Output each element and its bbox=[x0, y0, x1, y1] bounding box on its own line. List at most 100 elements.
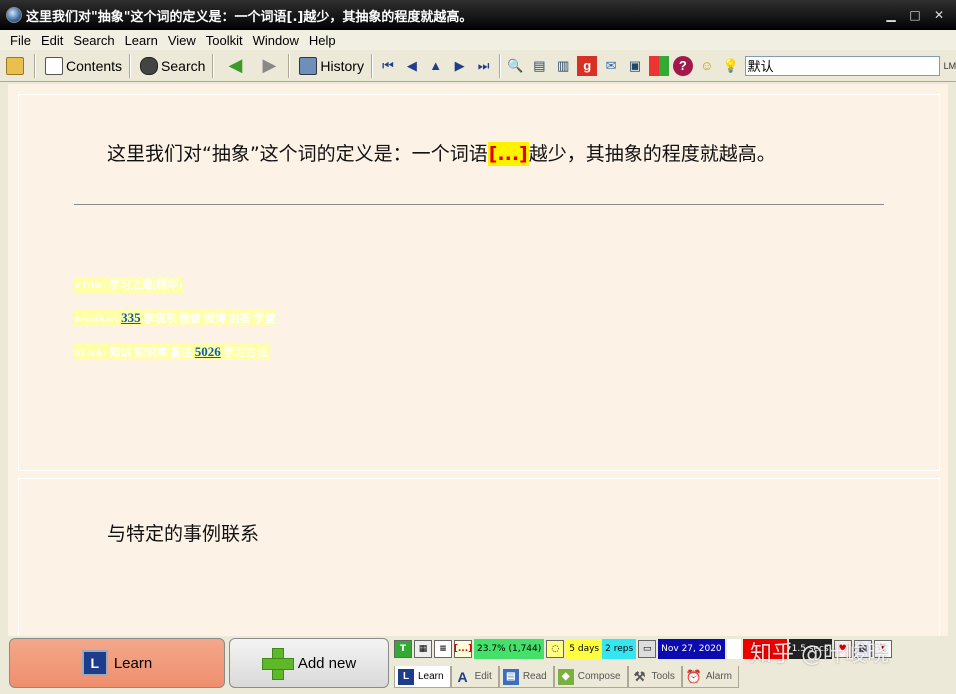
menu-edit[interactable]: Edit bbox=[36, 33, 68, 48]
element-window: 这里我们对“抽象”这个词的定义是：一个词语[...]越少，其抽象的程度就越高。 … bbox=[8, 84, 948, 638]
tab-read-label: Read bbox=[522, 671, 547, 682]
mail-icon[interactable]: ✉ bbox=[601, 56, 621, 76]
minimize-button[interactable]: ▁ bbox=[884, 8, 898, 22]
dictionary-icon[interactable]: ▤ bbox=[529, 56, 549, 76]
clipboard-icon[interactable]: ▦ bbox=[414, 640, 432, 658]
learn-label: Learn bbox=[113, 654, 153, 672]
search-label: Search bbox=[161, 57, 206, 74]
menu-learn[interactable]: Learn bbox=[120, 33, 163, 48]
tab-tools-label: Tools bbox=[651, 671, 675, 682]
toolbar-separator bbox=[34, 53, 36, 78]
progress-percent: 23.7% bbox=[477, 644, 506, 654]
tab-compose-label: Compose bbox=[577, 671, 621, 682]
forward-button[interactable]: ▶ bbox=[253, 53, 285, 79]
interval-days: 5 days bbox=[566, 639, 603, 659]
book-icon[interactable]: ▥ bbox=[553, 56, 573, 76]
topic-icon[interactable]: T bbox=[394, 640, 412, 658]
document-icon[interactable]: ≡ bbox=[434, 640, 452, 658]
tab-learn[interactable]: L Learn bbox=[394, 666, 451, 688]
learn-icon: L bbox=[81, 650, 108, 676]
progress-count: (1,744) bbox=[508, 644, 542, 654]
menu-window[interactable]: Window bbox=[248, 33, 304, 48]
lm-label: LM bbox=[943, 60, 956, 71]
menu-search[interactable]: Search bbox=[68, 33, 119, 48]
person-icon[interactable]: ☺ bbox=[697, 56, 717, 76]
menu-view[interactable]: View bbox=[163, 33, 201, 48]
maximize-button[interactable]: □ bbox=[908, 8, 922, 22]
color-palette-icon[interactable] bbox=[648, 55, 669, 76]
reference-author-link[interactable]: 335 bbox=[121, 310, 141, 325]
reference-link: #Link: 知识 知识库 备注 5026 学习方法 bbox=[74, 344, 269, 360]
window-controls: ▁ □ ✕ bbox=[884, 8, 946, 22]
tab-compose[interactable]: ◆ Compose bbox=[553, 666, 628, 688]
google-icon[interactable]: g bbox=[577, 55, 598, 76]
title-bar: 这里我们对"抽象"这个词的定义是：一个词语[.]越少，其抽象的程度就越高。 ▁ … bbox=[0, 0, 956, 30]
learn-tab-icon: L bbox=[398, 668, 414, 685]
progress-status: 23.7% (1,744) bbox=[474, 639, 545, 659]
camera-icon bbox=[299, 56, 318, 75]
menu-help[interactable]: Help bbox=[304, 33, 341, 48]
menu-file[interactable]: File bbox=[0, 33, 36, 48]
contents-button[interactable]: Contents bbox=[41, 53, 126, 79]
learn-button[interactable]: L Learn bbox=[9, 638, 225, 688]
bottom-bar: L Learn Add new T ▦ ≡ [...] 23.7% (1,744… bbox=[0, 636, 956, 694]
question-before: 这里我们对“抽象”这个词的定义是：一个词语 bbox=[107, 143, 488, 165]
reference-link-suffix: 学习方法 bbox=[220, 347, 268, 359]
menu-toolkit[interactable]: Toolkit bbox=[201, 33, 248, 48]
open-folder-button[interactable] bbox=[2, 53, 31, 79]
alarm-icon: ⏰ bbox=[685, 668, 702, 684]
add-new-button[interactable]: Add new bbox=[229, 638, 389, 688]
reference-author-suffix: 李晓东 微信 微博 回答 学堂 bbox=[140, 313, 276, 325]
tab-learn-label: Learn bbox=[418, 671, 444, 682]
tab-alarm-label: Alarm bbox=[705, 671, 733, 682]
tab-edit-label: Edit bbox=[474, 671, 492, 682]
last-icon[interactable]: ⏭ bbox=[474, 56, 494, 76]
calendar-icon: ▭ bbox=[638, 640, 657, 658]
plus-icon bbox=[261, 648, 294, 680]
first-icon[interactable]: ⏮ bbox=[378, 56, 398, 76]
reference-title-text: #Title: 学习之道(精华) bbox=[75, 279, 183, 291]
tab-tools[interactable]: ⚒ Tools bbox=[627, 666, 682, 688]
search-button[interactable]: Search bbox=[136, 53, 209, 79]
magnifier-icon[interactable]: 🔍 bbox=[506, 56, 526, 76]
reference-author-prefix: #Author: bbox=[75, 313, 122, 325]
priority-marker bbox=[726, 639, 741, 659]
arrow-left-icon: ◀ bbox=[228, 55, 243, 75]
reference-link-number[interactable]: 5026 bbox=[195, 344, 221, 359]
toolbar-separator bbox=[370, 53, 373, 78]
mode-tabs: L Learn A Edit ▤ Read ◆ Compose ⚒ Tools … bbox=[394, 666, 740, 688]
question-panel[interactable]: 这里我们对“抽象”这个词的定义是：一个词语[...]越少，其抽象的程度就越高。 … bbox=[18, 94, 940, 471]
previous-icon[interactable]: ◀ bbox=[402, 56, 422, 76]
edit-tab-icon: A bbox=[457, 668, 468, 685]
wrench-icon: ⚒ bbox=[633, 668, 646, 684]
answer-panel[interactable]: 与特定的事例联系 bbox=[18, 478, 940, 638]
window-title: 这里我们对"抽象"这个词的定义是：一个词语[.]越少，其抽象的程度就越高。 bbox=[26, 9, 473, 25]
tab-alarm[interactable]: ⏰ Alarm bbox=[681, 666, 740, 688]
toolbar-separator bbox=[129, 53, 132, 78]
back-button[interactable]: ◀ bbox=[219, 53, 251, 79]
cloze-deletion: [...] bbox=[487, 142, 529, 166]
window-icon[interactable]: ▣ bbox=[625, 56, 645, 76]
repetitions: 2 reps bbox=[602, 639, 637, 659]
search-input[interactable] bbox=[744, 55, 940, 76]
help-icon[interactable]: ? bbox=[672, 55, 693, 76]
contents-label: Contents bbox=[66, 57, 123, 74]
reference-author: #Author: 335 李晓东 微信 微博 回答 学堂 bbox=[74, 310, 277, 326]
binoculars-icon bbox=[140, 56, 159, 75]
lightbulb-icon[interactable]: 💡 bbox=[721, 56, 741, 76]
tab-read[interactable]: ▤ Read bbox=[498, 666, 554, 688]
cloze-tag[interactable]: [...] bbox=[454, 640, 472, 658]
parent-icon[interactable]: ▲ bbox=[426, 56, 446, 76]
compose-tab-icon: ◆ bbox=[557, 668, 574, 685]
add-new-label: Add new bbox=[297, 654, 357, 672]
reference-link-prefix: #Link: 知识 知识库 备注 bbox=[75, 347, 195, 359]
close-button[interactable]: ✕ bbox=[932, 8, 946, 22]
next-icon[interactable]: ▶ bbox=[450, 56, 470, 76]
toolbar-separator bbox=[288, 53, 291, 78]
app-icon bbox=[6, 7, 22, 23]
toolbar-separator bbox=[212, 53, 215, 78]
history-button[interactable]: History bbox=[295, 53, 368, 79]
history-label: History bbox=[320, 57, 364, 74]
tab-edit[interactable]: A Edit bbox=[450, 666, 499, 688]
next-date: Nov 27, 2020 bbox=[658, 639, 725, 659]
